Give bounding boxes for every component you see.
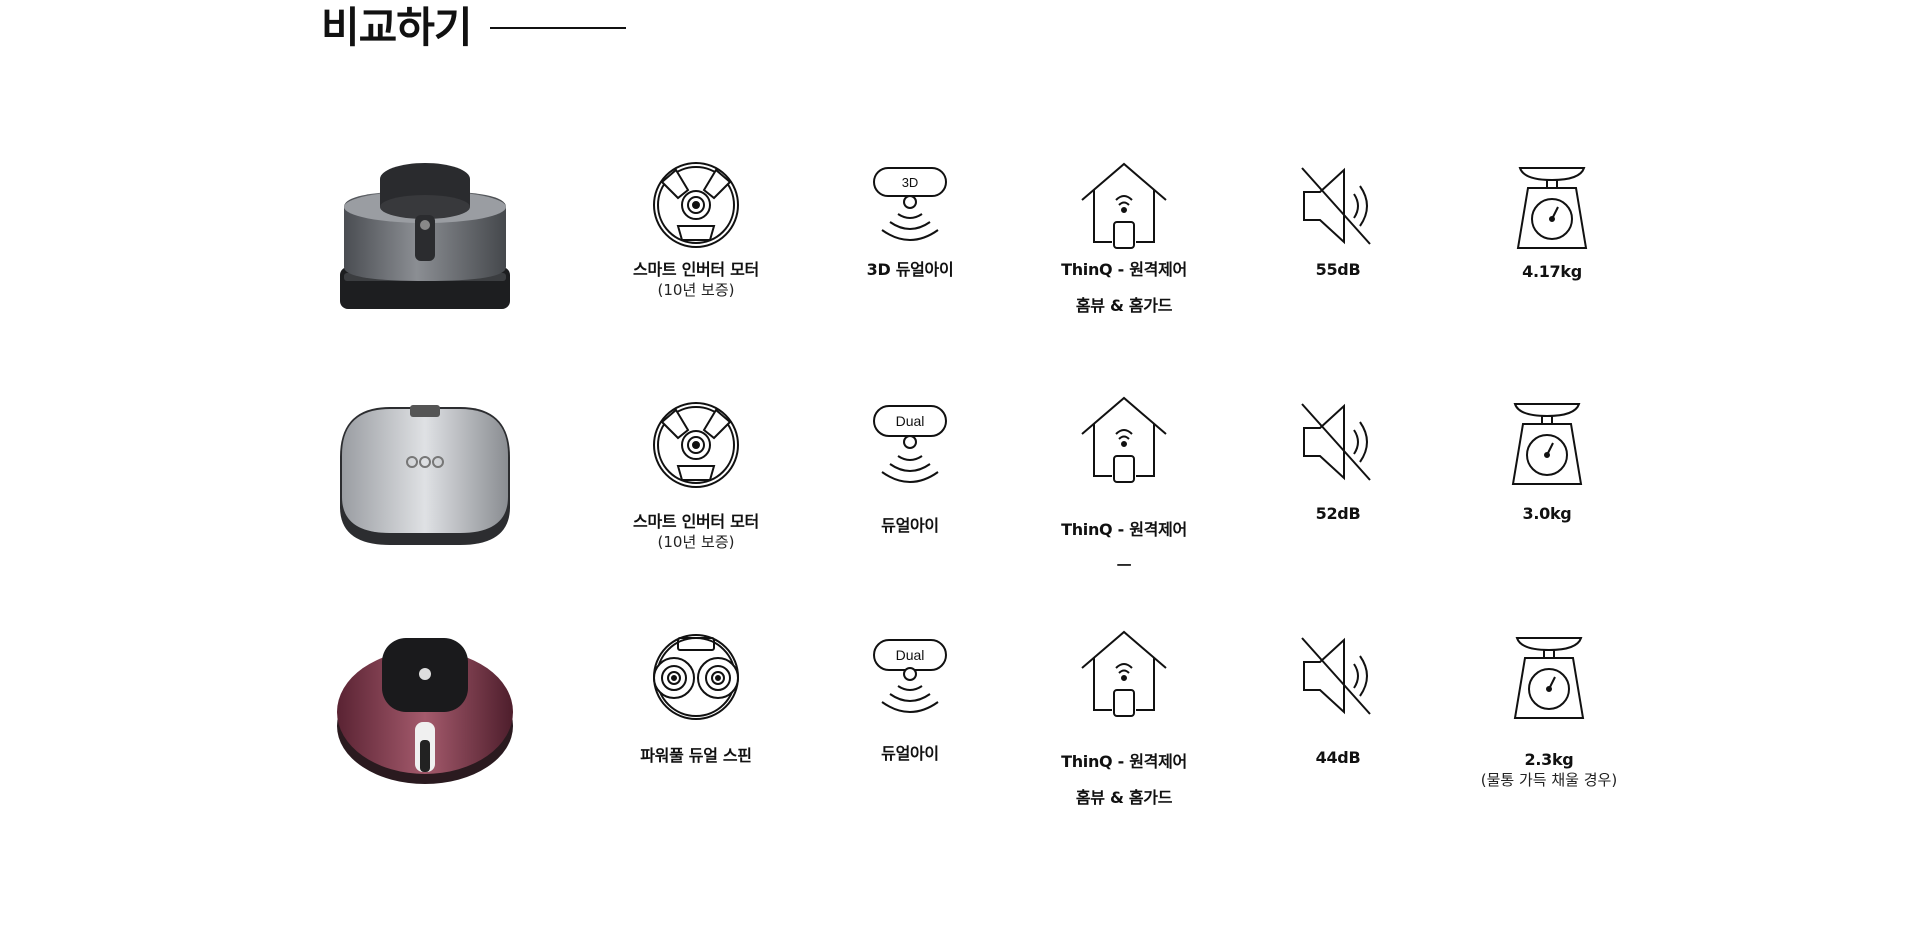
heading-rule [489, 26, 626, 29]
weight-label: 3.0kg [1522, 504, 1572, 523]
noise-feature: 44dB [1238, 634, 1438, 768]
home-remote-icon [1081, 396, 1167, 483]
eye-badge: 3D [902, 175, 919, 190]
sensor-eye-icon: Dual [873, 405, 947, 483]
home-remote-icon [1081, 162, 1167, 249]
comparison-row: 파워풀 듀얼 스핀 Dual 듀얼아이 ThinQ - 원격제어 홈뷰 & 홈가… [0, 626, 1920, 826]
motor-feature: 스마트 인버터 모터 (10년 보증) [596, 400, 796, 552]
motor-feature: 파워풀 듀얼 스핀 [596, 632, 796, 766]
inverter-motor-icon [653, 162, 739, 248]
remote-label: ThinQ - 원격제어 [1061, 520, 1187, 539]
eye-label: 듀얼아이 [881, 744, 939, 763]
home-remote-icon [1081, 630, 1167, 717]
motor-sub: (10년 보증) [657, 281, 735, 299]
remote-feature: ThinQ - 원격제어 홈뷰 & 홈가드 [1024, 628, 1224, 808]
noise-feature: 55dB [1238, 164, 1438, 280]
noise-label: 55dB [1315, 260, 1361, 279]
eye-label: 3D 듀얼아이 [866, 260, 954, 279]
weight-label: 2.3kg [1524, 750, 1574, 769]
comparison-row: 스마트 인버터 모터 (10년 보증) 3D 3D 듀얼아이 ThinQ - 원… [0, 150, 1920, 350]
motor-sub: (10년 보증) [657, 533, 735, 551]
product-image-square [330, 397, 520, 557]
weight-label: 4.17kg [1522, 262, 1582, 281]
remote-feature: ThinQ - 원격제어 ㅡ [1024, 394, 1224, 576]
mute-speaker-icon [1301, 637, 1371, 715]
inverter-motor-icon [653, 402, 739, 488]
eye-feature: Dual 듀얼아이 [810, 638, 1010, 764]
motor-label: 파워풀 듀얼 스핀 [640, 746, 752, 765]
scale-icon [1511, 403, 1583, 485]
remote-label: ThinQ - 원격제어 [1061, 752, 1187, 771]
noise-feature: 52dB [1238, 400, 1438, 524]
noise-label: 52dB [1315, 504, 1361, 523]
section-title: 비교하기 [321, 3, 473, 52]
sensor-eye-icon: Dual [873, 639, 947, 713]
sensor-eye-icon: 3D [873, 167, 947, 241]
eye-badge: Dual [896, 413, 925, 429]
eye-feature: Dual 듀얼아이 [810, 404, 1010, 536]
dual-spin-icon [653, 634, 739, 720]
mute-speaker-icon [1301, 403, 1371, 481]
motor-label: 스마트 인버터 모터 [633, 512, 759, 531]
scale-icon [1516, 167, 1588, 249]
weight-feature: 4.17kg [1452, 164, 1652, 282]
weight-sub: (물통 가득 채울 경우) [1480, 771, 1618, 789]
comparison-row: 스마트 인버터 모터 (10년 보증) Dual 듀얼아이 ThinQ - 원격… [0, 392, 1920, 592]
remote-sub: ㅡ [1116, 556, 1132, 575]
remote-feature: ThinQ - 원격제어 홈뷰 & 홈가드 [1024, 160, 1224, 316]
product-image-r9 [330, 155, 520, 315]
eye-feature: 3D 3D 듀얼아이 [810, 166, 1010, 280]
remote-label: ThinQ - 원격제어 [1061, 260, 1187, 279]
motor-feature: 스마트 인버터 모터 (10년 보증) [596, 160, 796, 300]
product-image-mop [330, 630, 520, 790]
weight-feature: 3.0kg [1447, 400, 1647, 524]
remote-sub: 홈뷰 & 홈가드 [1075, 788, 1173, 807]
eye-label: 듀얼아이 [881, 516, 939, 535]
section-heading: 비교하기 [321, 0, 626, 55]
noise-label: 44dB [1315, 748, 1361, 767]
eye-badge: Dual [896, 647, 925, 663]
mute-speaker-icon [1301, 167, 1371, 245]
weight-feature: 2.3kg (물통 가득 채울 경우) [1449, 634, 1649, 790]
motor-label: 스마트 인버터 모터 [633, 260, 759, 279]
remote-sub: 홈뷰 & 홈가드 [1075, 296, 1173, 315]
scale-icon [1513, 637, 1585, 719]
